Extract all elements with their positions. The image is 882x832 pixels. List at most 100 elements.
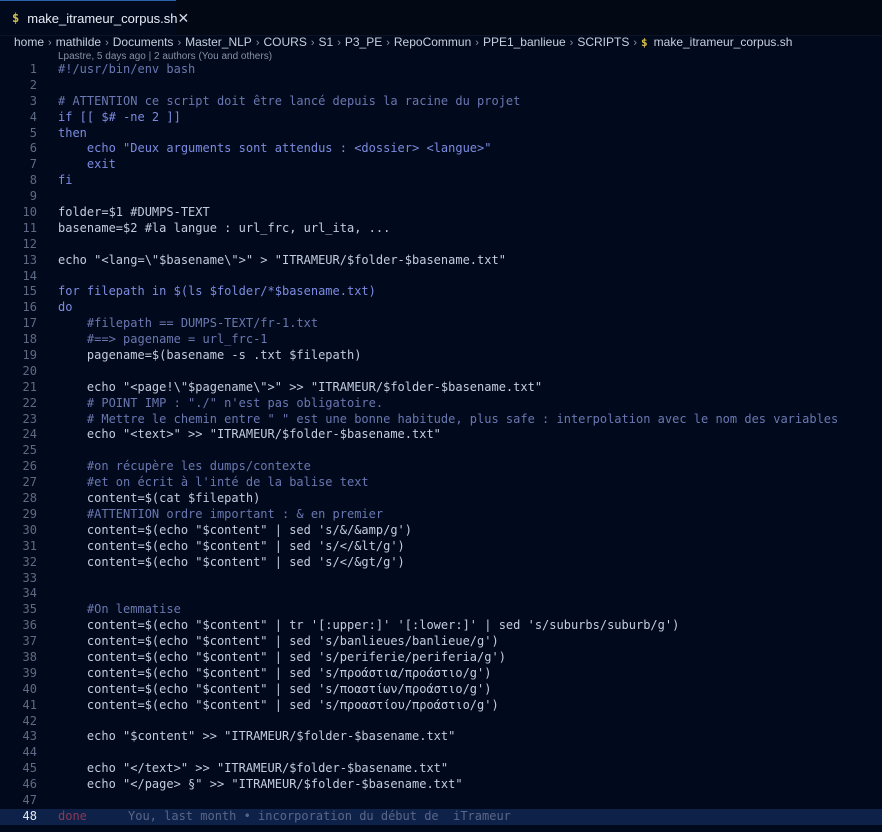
code-line[interactable]: 13 echo "<lang=\"$basename\">" > "ITRAMEU…	[0, 253, 882, 269]
code-text: basename=$2 #la langue : url_frc, url_it…	[58, 220, 391, 235]
line-number: 7	[29, 157, 37, 172]
code-text: #==> pagename = url_frc-1	[58, 332, 268, 347]
code-line[interactable]: 46 echo "</page> §" >> "ITRAMEUR/$folder…	[0, 777, 882, 793]
code-line[interactable]: 40 content=$(echo "$content" | sed 's/πο…	[0, 682, 882, 698]
code-line[interactable]: 44	[0, 745, 882, 761]
code-line[interactable]: 42	[0, 714, 882, 730]
code-text: content=$(echo "$content" | sed 's/perif…	[58, 649, 506, 664]
code-line[interactable]: 45 echo "</text>" >> "ITRAMEUR/$folder-$…	[0, 761, 882, 777]
code-line[interactable]: 16 do	[0, 300, 882, 316]
line-number: 25	[22, 443, 37, 458]
line-number: 28	[22, 491, 37, 506]
line-number: 19	[22, 348, 37, 363]
code-line[interactable]: 24 echo "<text>" >> "ITRAMEUR/$folder-$b…	[0, 427, 882, 443]
code-text: echo "Deux arguments sont attendus : <do…	[58, 141, 492, 156]
code-line[interactable]: 31 content=$(echo "$content" | sed 's/</…	[0, 539, 882, 555]
code-line[interactable]: 47	[0, 793, 882, 809]
code-line[interactable]: 30 content=$(echo "$content" | sed 's/&/…	[0, 523, 882, 539]
code-line[interactable]: 22 # POINT IMP : "./" n'est pas obligato…	[0, 396, 882, 412]
code-line[interactable]: 20	[0, 364, 882, 380]
line-number: 24	[22, 427, 37, 442]
breadcrumb-item[interactable]: Documents	[113, 35, 174, 49]
code-line[interactable]: 14	[0, 269, 882, 285]
line-number: 47	[22, 792, 37, 807]
code-line[interactable]: 27 #et on écrit à l'inté de la balise te…	[0, 475, 882, 491]
breadcrumb-item[interactable]: mathilde	[56, 35, 101, 49]
breadcrumb-item[interactable]: S1	[319, 35, 334, 49]
breadcrumb-file[interactable]: make_itrameur_corpus.sh	[654, 35, 793, 49]
code-line[interactable]: 1 #!/usr/bin/env bash	[0, 62, 882, 78]
code-line[interactable]: 11 basename=$2 #la langue : url_frc, url_…	[0, 221, 882, 237]
breadcrumb-item[interactable]: COURS	[263, 35, 306, 49]
breadcrumb-item[interactable]: P3_PE	[345, 35, 382, 49]
code-line[interactable]: 37 content=$(echo "$content" | sed 's/ba…	[0, 634, 882, 650]
breadcrumb-item[interactable]: SCRIPTS	[577, 35, 629, 49]
code-line[interactable]: 5 then	[0, 126, 882, 142]
code-line[interactable]: 29 #ATTENTION ordre important : & en pre…	[0, 507, 882, 523]
line-number: 3	[29, 93, 37, 108]
code-line[interactable]: 17 #filepath == DUMPS-TEXT/fr-1.txt	[0, 316, 882, 332]
line-number: 48	[22, 808, 37, 823]
line-number: 33	[22, 570, 37, 585]
code-line[interactable]: 33	[0, 571, 882, 587]
code-text: fi	[58, 173, 73, 188]
code-line[interactable]: 34	[0, 586, 882, 602]
code-line[interactable]: 4 if [[ $# -ne 2 ]]	[0, 110, 882, 126]
line-number: 17	[22, 316, 37, 331]
line-number: 22	[22, 395, 37, 410]
code-line[interactable]: 43 echo "$content" >> "ITRAMEUR/$folder-…	[0, 729, 882, 745]
code-line[interactable]: 6 echo "Deux arguments sont attendus : <…	[0, 141, 882, 157]
breadcrumb-item[interactable]: PPE1_banlieue	[483, 35, 566, 49]
code-line[interactable]: 15 for filepath in $(ls $folder/*$basenam…	[0, 284, 882, 300]
code-line[interactable]: 18 #==> pagename = url_frc-1	[0, 332, 882, 348]
code-line[interactable]: 25	[0, 443, 882, 459]
code-text: content=$(echo "$content" | sed 's/προασ…	[58, 697, 499, 712]
close-icon[interactable]: ✕	[178, 10, 190, 27]
code-line[interactable]: 41 content=$(echo "$content" | sed 's/πρ…	[0, 698, 882, 714]
code-text: echo "$content" >> "ITRAMEUR/$folder-$ba…	[58, 729, 456, 744]
editor-tab[interactable]: $ make_itrameur_corpus.sh ✕	[0, 0, 189, 35]
code-line[interactable]: 38 content=$(echo "$content" | sed 's/pe…	[0, 650, 882, 666]
shell-dollar-icon: $	[641, 36, 648, 49]
code-line[interactable]: 8 fi	[0, 173, 882, 189]
line-number: 44	[22, 745, 37, 760]
code-line[interactable]: 35 #On lemmatise	[0, 602, 882, 618]
code-line[interactable]: 12	[0, 237, 882, 253]
breadcrumb-item[interactable]: home	[14, 35, 44, 49]
tab-bar: $ make_itrameur_corpus.sh ✕	[0, 0, 882, 36]
code-line[interactable]: 2	[0, 78, 882, 94]
code-line[interactable]: 9	[0, 189, 882, 205]
line-number: 36	[22, 618, 37, 633]
shell-dollar-icon: $	[12, 11, 20, 25]
code-text: content=$(echo "$content" | tr '[:upper:…	[58, 618, 680, 633]
code-text: # POINT IMP : "./" n'est pas obligatoire…	[58, 395, 384, 410]
line-number: 15	[22, 284, 37, 299]
line-number: 10	[22, 205, 37, 220]
code-line[interactable]: 48 done You, last month • incorporation du…	[0, 808, 882, 825]
line-number: 39	[22, 665, 37, 680]
code-line[interactable]: 10 folder=$1 #DUMPS-TEXT	[0, 205, 882, 221]
line-number: 18	[22, 332, 37, 347]
code-line[interactable]: 26 #on récupère les dumps/contexte	[0, 459, 882, 475]
line-number: 9	[29, 189, 37, 204]
code-line[interactable]: 39 content=$(echo "$content" | sed 's/πρ…	[0, 666, 882, 682]
code-line[interactable]: 3 # ATTENTION ce script doit être lancé d…	[0, 94, 882, 110]
code-line[interactable]: 28 content=$(cat $filepath)	[0, 491, 882, 507]
breadcrumb-item[interactable]: RepoCommun	[394, 35, 471, 49]
code-line[interactable]: 7 exit	[0, 157, 882, 173]
breadcrumb-item[interactable]: Master_NLP	[185, 35, 252, 49]
chevron-right-icon: ›	[255, 37, 260, 49]
code-text: echo "</page> §" >> "ITRAMEUR/$folder-$b…	[58, 777, 463, 792]
code-line[interactable]: 21 echo "<page!\"$pagename\">" >> "ITRAM…	[0, 380, 882, 396]
line-number: 42	[22, 713, 37, 728]
line-number: 29	[22, 506, 37, 521]
line-number: 34	[22, 586, 37, 601]
code-text: echo "</text>" >> "ITRAMEUR/$folder-$bas…	[58, 761, 449, 776]
code-line[interactable]: 36 content=$(echo "$content" | tr '[:upp…	[0, 618, 882, 634]
code-line[interactable]: 23 # Mettre le chemin entre " " est une …	[0, 412, 882, 428]
code-line[interactable]: 19 pagename=$(basename -s .txt $filepath…	[0, 348, 882, 364]
code-editor[interactable]: 1 #!/usr/bin/env bash 2 3 # ATTENTION ce scr…	[0, 62, 882, 825]
line-number: 5	[29, 125, 37, 140]
line-number: 11	[22, 220, 37, 235]
code-line[interactable]: 32 content=$(echo "$content" | sed 's/</…	[0, 555, 882, 571]
